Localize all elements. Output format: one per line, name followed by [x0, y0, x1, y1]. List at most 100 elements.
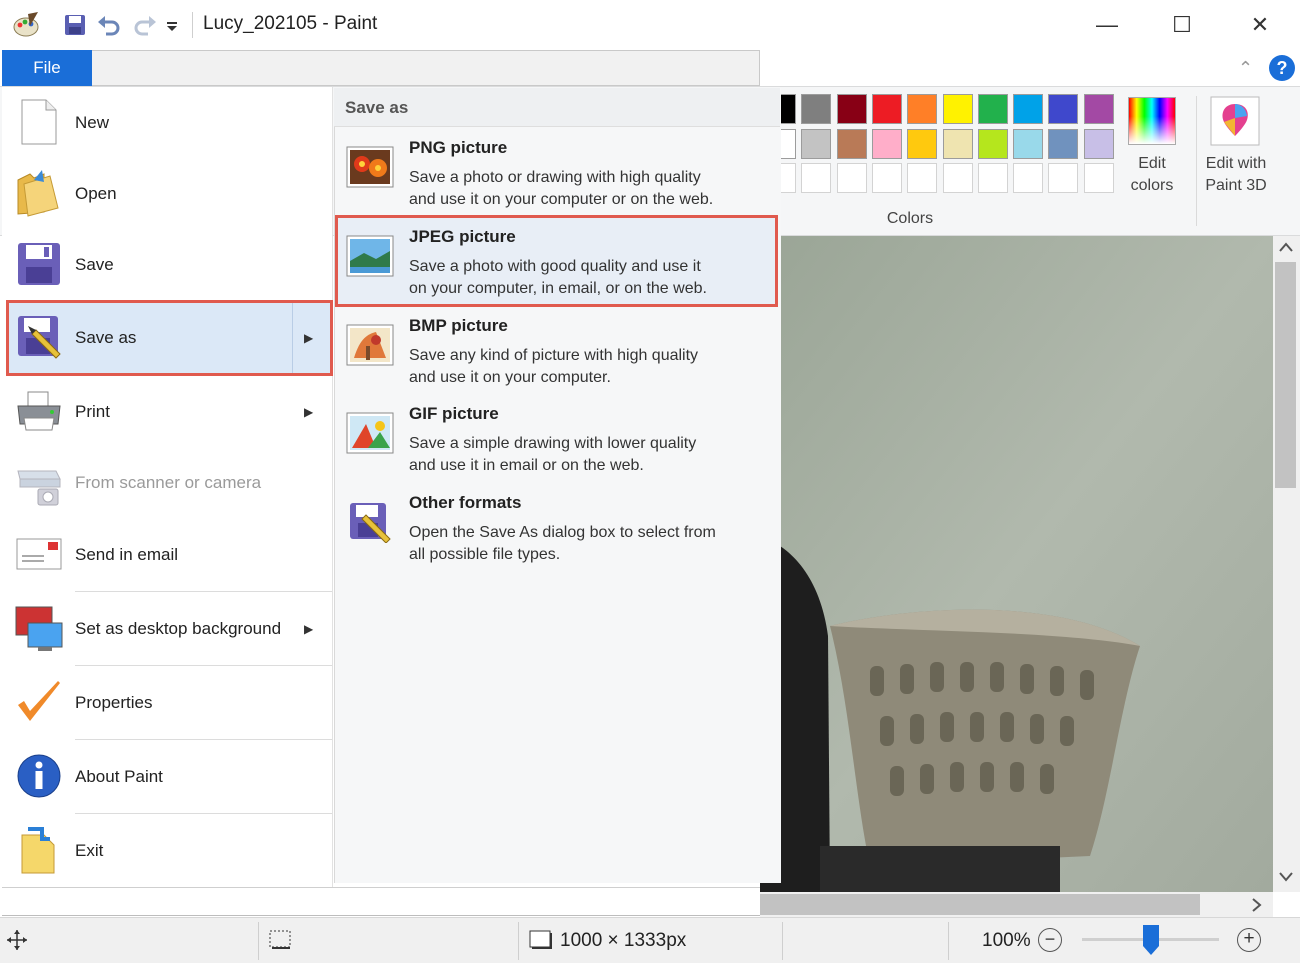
help-icon[interactable]: ?: [1269, 55, 1295, 81]
empty-color-swatch[interactable]: [1048, 163, 1078, 193]
menu-item-save-as[interactable]: Save as ▶: [2, 303, 332, 373]
color-swatch[interactable]: [872, 94, 902, 124]
save-as-item-title: BMP picture: [409, 316, 508, 335]
status-separator: [782, 922, 783, 960]
paint3d-icon[interactable]: [1210, 96, 1260, 146]
color-swatch[interactable]: [943, 94, 973, 124]
menu-item-exit[interactable]: Exit: [2, 816, 332, 886]
ribbon-separator: [1196, 96, 1197, 226]
empty-color-swatch[interactable]: [801, 163, 831, 193]
empty-color-swatch[interactable]: [1013, 163, 1043, 193]
color-swatch[interactable]: [1048, 129, 1078, 159]
edit-colors-label-2: colors: [1130, 177, 1174, 194]
customize-dropdown-icon[interactable]: [166, 22, 178, 32]
menu-item-properties[interactable]: Properties: [2, 668, 332, 738]
color-swatch[interactable]: [1048, 94, 1078, 124]
other-formats-icon: [350, 503, 391, 543]
menu-item-label: About Paint: [75, 767, 163, 786]
title-bar: Lucy_202105 - Paint — ☐ ✕: [0, 0, 1300, 50]
color-swatch[interactable]: [978, 129, 1008, 159]
color-swatch[interactable]: [1013, 94, 1043, 124]
color-swatch[interactable]: [907, 94, 937, 124]
save-as-item-desc-line: Save any kind of picture with high quali…: [409, 347, 699, 364]
save-as-gif[interactable]: GIF picture Save a simple drawing with l…: [336, 396, 778, 484]
save-as-item-desc-line: and use it in email or on the web.: [409, 457, 644, 474]
paint-app-icon[interactable]: [12, 12, 40, 38]
save-as-item-desc-line: and use it on your computer.: [409, 369, 611, 386]
undo-icon[interactable]: [97, 14, 121, 36]
canvas-size-icon: [529, 930, 552, 949]
file-tab[interactable]: File: [2, 50, 92, 86]
menu-item-about[interactable]: About Paint: [2, 742, 332, 812]
save-as-png[interactable]: PNG picture Save a photo or drawing with…: [336, 130, 778, 218]
zoom-in-button[interactable]: +: [1237, 928, 1261, 952]
save-as-item-description: Save a photo with good quality and use i…: [409, 256, 764, 300]
menu-item-label: Open: [75, 184, 117, 203]
menu-separator: [75, 665, 332, 666]
color-swatch[interactable]: [872, 129, 902, 159]
edit-colors-button[interactable]: Edit colors: [1115, 153, 1189, 197]
status-separator: [518, 922, 519, 960]
collapse-ribbon-icon[interactable]: ⌃: [1238, 58, 1253, 79]
exit-icon: [21, 827, 55, 874]
save-as-jpeg[interactable]: JPEG picture Save a photo with good qual…: [336, 219, 778, 307]
edit-colors-icon[interactable]: [1128, 97, 1176, 145]
zoom-slider-thumb[interactable]: [1142, 924, 1160, 956]
color-swatch[interactable]: [837, 94, 867, 124]
menu-item-new[interactable]: New: [2, 88, 332, 158]
menu-item-desktop-background[interactable]: Set as desktop background ▶: [2, 594, 332, 664]
info-icon: [17, 754, 61, 798]
save-as-item-desc-line: on your computer, in email, or on the we…: [409, 280, 707, 297]
color-swatch[interactable]: [1013, 129, 1043, 159]
checkmark-icon: [18, 681, 60, 721]
color-swatch[interactable]: [801, 129, 831, 159]
minimize-button[interactable]: —: [1087, 8, 1127, 42]
save-as-item-desc-line: Save a photo with good quality and use i…: [409, 258, 701, 275]
zoom-level: 100%: [982, 930, 1031, 951]
scroll-down-icon[interactable]: [1279, 872, 1293, 882]
close-button[interactable]: ✕: [1240, 8, 1280, 42]
scroll-right-icon[interactable]: [1252, 898, 1262, 912]
menu-item-label: Set as desktop background: [75, 619, 282, 638]
save-as-item-title: PNG picture: [409, 138, 508, 157]
empty-color-swatch[interactable]: [1084, 163, 1114, 193]
menu-item-label: Properties: [75, 693, 153, 712]
colors-group-label: Colors: [886, 210, 934, 227]
menu-item-label: Exit: [75, 841, 104, 860]
save-as-other-formats[interactable]: Other formats Open the Save As dialog bo…: [336, 485, 778, 573]
save-as-item-description: Open the Save As dialog box to select fr…: [409, 522, 764, 566]
menu-item-send-email[interactable]: Send in email: [2, 520, 332, 590]
color-swatch[interactable]: [907, 129, 937, 159]
empty-color-swatch[interactable]: [943, 163, 973, 193]
edit-with-paint3d-button[interactable]: Edit with Paint 3D: [1198, 153, 1274, 197]
menu-item-save[interactable]: Save: [2, 230, 332, 300]
empty-color-swatch[interactable]: [907, 163, 937, 193]
save-as-icon: [18, 316, 61, 359]
maximize-button[interactable]: ☐: [1162, 8, 1202, 42]
horizontal-scroll-thumb[interactable]: [760, 894, 1200, 915]
scroll-up-icon[interactable]: [1279, 242, 1293, 252]
color-swatch[interactable]: [943, 129, 973, 159]
color-swatch[interactable]: [1084, 129, 1114, 159]
color-swatch[interactable]: [801, 94, 831, 124]
vertical-scroll-thumb[interactable]: [1275, 262, 1296, 488]
empty-color-swatch[interactable]: [837, 163, 867, 193]
empty-color-swatch[interactable]: [978, 163, 1008, 193]
submenu-arrow-icon: ▶: [304, 622, 314, 636]
save-as-item-desc-line: Open the Save As dialog box to select fr…: [409, 524, 716, 541]
color-swatch[interactable]: [978, 94, 1008, 124]
redo-icon[interactable]: [133, 14, 157, 36]
save-as-item-desc-line: Save a simple drawing with lower quality: [409, 435, 697, 452]
bmp-picture-icon: [346, 324, 394, 366]
edit-colors-label-1: Edit: [1138, 155, 1166, 172]
menu-item-print[interactable]: Print ▶: [2, 377, 332, 447]
zoom-out-button[interactable]: −: [1038, 928, 1062, 952]
save-as-bmp[interactable]: BMP picture Save any kind of picture wit…: [336, 308, 778, 396]
color-swatch[interactable]: [837, 129, 867, 159]
save-icon[interactable]: [64, 14, 86, 36]
save-disk-icon: [18, 243, 60, 285]
drawing-canvas[interactable]: [760, 236, 1273, 892]
empty-color-swatch[interactable]: [872, 163, 902, 193]
color-swatch[interactable]: [1084, 94, 1114, 124]
menu-item-open[interactable]: Open: [2, 159, 332, 229]
